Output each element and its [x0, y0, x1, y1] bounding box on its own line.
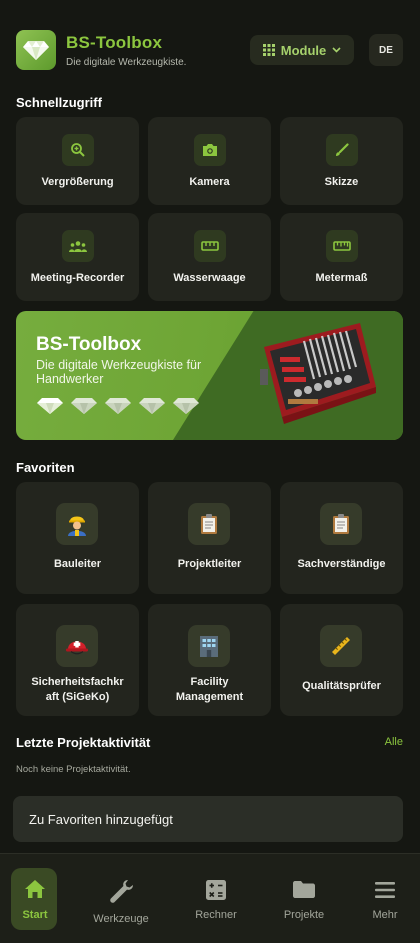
favorites-title: Favoriten	[16, 460, 75, 475]
label-line-2: aft (SiGeKo)	[45, 691, 110, 703]
quick-tile-label: Metermaß	[315, 272, 368, 284]
diamond-icon	[173, 398, 199, 414]
nav-label: Start	[22, 909, 48, 921]
favorite-tile-sicherheitsfachkraft[interactable]: Sicherheitsfachkr aft (SiGeKo)	[16, 604, 139, 716]
language-button[interactable]: DE	[369, 34, 403, 66]
diamond-icon	[105, 398, 131, 414]
favorite-tile-projektleiter[interactable]: Projektleiter	[148, 482, 271, 594]
nav-item-start[interactable]: Start	[0, 854, 70, 943]
quick-tile-kamera[interactable]: Kamera	[148, 117, 271, 205]
activity-empty-text: Noch keine Projektaktivität.	[16, 764, 131, 775]
quick-tile-skizze[interactable]: Skizze	[280, 117, 403, 205]
banner-subtitle: Die digitale Werkzeugkiste für Handwerke…	[36, 358, 202, 386]
bottom-navigation: Start Werkzeuge Rechner Projekte Mehr	[0, 853, 420, 943]
quick-tile-label: Skizze	[324, 176, 359, 188]
rescue-helmet-icon	[56, 625, 98, 667]
favorite-tile-label: Facility Management	[152, 675, 267, 705]
construction-worker-icon	[56, 503, 98, 545]
app-subtitle: Die digitale Werkzeugkiste.	[66, 57, 187, 68]
label-line-1: Sicherheitsfachkr	[31, 676, 124, 688]
label-line-1: Facility	[190, 676, 229, 688]
app-header: BS-Toolbox Die digitale Werkzeugkiste. M…	[16, 30, 404, 72]
favorite-tile-facility-management[interactable]: Facility Management	[148, 604, 271, 716]
modules-label: Module	[280, 42, 327, 58]
quick-tile-wasserwaage[interactable]: Wasserwaage	[148, 213, 271, 301]
quick-tile-metermass[interactable]: Metermaß	[280, 213, 403, 301]
nav-item-rechner[interactable]: Rechner	[181, 854, 251, 943]
diamond-logo-icon	[16, 30, 56, 70]
camera-icon	[194, 134, 226, 166]
quick-tile-label: Vergrößerung	[41, 176, 114, 188]
nav-label: Mehr	[372, 909, 398, 921]
favorite-tile-label: Sachverständige	[297, 558, 386, 570]
nav-label: Werkzeuge	[93, 913, 149, 925]
quick-access-title: Schnellzugriff	[16, 95, 102, 110]
quick-tile-vergroesserung[interactable]: Vergrößerung	[16, 117, 139, 205]
recent-activity-title: Letzte Projektaktivität	[16, 735, 151, 750]
favorites-grid: Bauleiter Projektleiter Sachverständige …	[16, 482, 404, 716]
toolcase-image	[260, 323, 376, 424]
groups-icon	[62, 230, 94, 262]
nav-label: Projekte	[283, 909, 325, 921]
quick-tile-label: Kamera	[189, 176, 230, 188]
favorite-tile-bauleiter[interactable]: Bauleiter	[16, 482, 139, 594]
favorite-tile-label: Sicherheitsfachkr aft (SiGeKo)	[20, 675, 135, 705]
nav-item-projekte[interactable]: Projekte	[269, 854, 339, 943]
home-icon	[25, 880, 45, 898]
diamond-icon	[37, 398, 63, 414]
favorite-tile-label: Projektleiter	[177, 558, 242, 570]
promo-banner[interactable]: BS-Toolbox Die digitale Werkzeugkiste fü…	[16, 311, 403, 440]
folder-icon	[293, 881, 315, 898]
chevron-down-icon	[332, 47, 341, 53]
app-title: BS-Toolbox	[66, 33, 163, 52]
favorite-tile-qualitaetspruefer[interactable]: Qualitätsprüfer	[280, 604, 403, 716]
clipboard-icon	[320, 503, 362, 545]
diamond-icon	[139, 398, 165, 414]
modules-button[interactable]: Module	[250, 35, 354, 65]
toast-message: Zu Favoriten hinzugefügt	[13, 796, 403, 842]
diamond-icon	[71, 398, 97, 414]
clipboard-icon	[188, 503, 230, 545]
wrench-icon	[110, 880, 133, 903]
favorite-tile-label: Qualitätsprüfer	[302, 680, 381, 692]
nav-item-mehr[interactable]: Mehr	[350, 854, 420, 943]
menu-icon	[375, 882, 395, 898]
banner-title: BS-Toolbox	[36, 334, 142, 355]
nav-label: Rechner	[195, 909, 237, 921]
show-all-link[interactable]: Alle	[385, 736, 403, 748]
quick-tile-meeting-recorder[interactable]: Meeting-Recorder	[16, 213, 139, 301]
favorite-tile-label: Bauleiter	[53, 558, 102, 570]
grid-icon	[262, 44, 275, 56]
label-line-2: Management	[175, 691, 244, 703]
zoom-in-icon	[62, 134, 94, 166]
brush-icon	[326, 134, 358, 166]
straight-ruler-icon	[320, 625, 362, 667]
quick-access-grid: Vergrößerung Kamera Skizze Meeting-Recor…	[16, 117, 404, 301]
nav-item-werkzeuge[interactable]: Werkzeuge	[86, 854, 156, 943]
calculator-icon	[206, 880, 226, 900]
favorite-tile-sachverstaendige[interactable]: Sachverständige	[280, 482, 403, 594]
level-icon	[194, 230, 226, 262]
quick-tile-label: Meeting-Recorder	[30, 272, 125, 284]
office-building-icon	[188, 625, 230, 667]
diamond-rating	[36, 397, 200, 415]
ruler-icon	[326, 230, 358, 262]
quick-tile-label: Wasserwaage	[173, 272, 246, 284]
